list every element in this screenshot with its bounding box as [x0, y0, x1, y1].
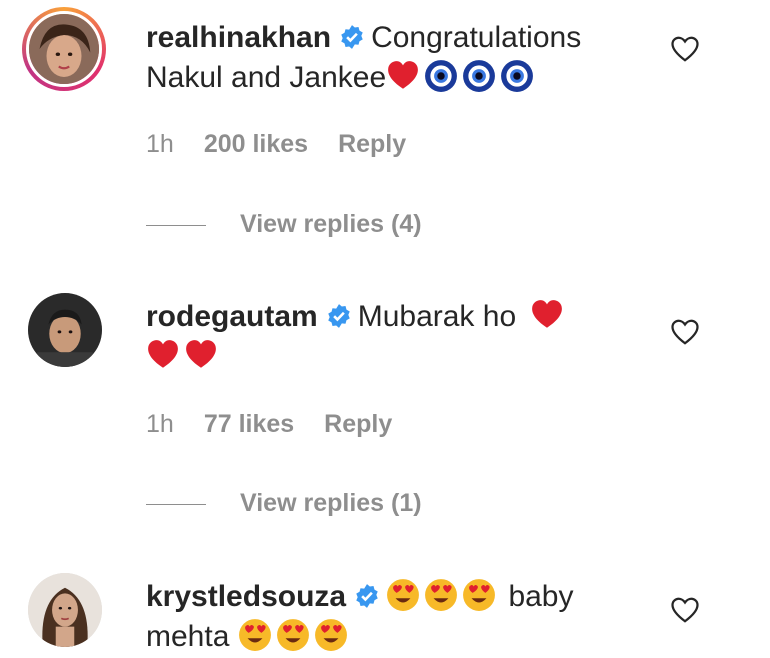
- comment-text: realhinakhan Congratulations Nakul and Ja…: [146, 18, 626, 98]
- comment-meta: 1h 200 likes Reply: [146, 130, 436, 159]
- verified-badge-icon: [354, 583, 380, 609]
- comment-text-line1: baby: [508, 580, 574, 613]
- avatar[interactable]: [28, 573, 102, 647]
- view-replies-button[interactable]: View replies (1): [146, 489, 422, 518]
- nazar-amulet-icon: [424, 59, 458, 93]
- view-replies-label: View replies (1): [240, 489, 422, 517]
- red-heart-icon: [386, 59, 420, 93]
- comment-meta: 1h 77 likes Reply: [146, 410, 422, 439]
- avatar-image: [28, 293, 102, 367]
- username[interactable]: krystledsouza: [146, 580, 346, 613]
- nazar-amulet-icon: [500, 59, 534, 93]
- avatar[interactable]: [28, 293, 102, 367]
- verified-badge-icon: [326, 303, 352, 329]
- heart-eyes-emoji-icon: [462, 578, 496, 612]
- replies-divider: [146, 503, 206, 505]
- verified-badge-icon: [339, 24, 365, 50]
- nazar-amulet-icon: [462, 59, 496, 93]
- reply-button[interactable]: Reply: [324, 410, 392, 438]
- view-replies-button[interactable]: View replies (4): [146, 210, 422, 239]
- comment-item: krystledsouza baby mehta: [0, 565, 770, 658]
- replies-divider: [146, 224, 206, 226]
- comment-time: 1h: [146, 410, 174, 438]
- likes-count[interactable]: 77 likes: [204, 410, 294, 438]
- comment-text-line1: Congratulations: [371, 21, 582, 54]
- like-heart-icon[interactable]: [670, 34, 700, 64]
- avatar[interactable]: [22, 7, 106, 91]
- heart-eyes-emoji-icon: [424, 578, 458, 612]
- comment-time: 1h: [146, 130, 174, 158]
- like-heart-icon[interactable]: [670, 317, 700, 347]
- comment-text-line2: mehta: [146, 620, 230, 653]
- like-heart-icon[interactable]: [670, 595, 700, 625]
- view-replies-label: View replies (4): [240, 210, 422, 238]
- comment-item: realhinakhan Congratulations Nakul and Ja…: [0, 0, 770, 260]
- red-heart-icon: [184, 338, 218, 372]
- comment-text-line2: Nakul and Jankee: [146, 61, 387, 94]
- comment-text-line1: Mubarak ho: [357, 300, 517, 333]
- comment-text: rodegautam Mubarak ho: [146, 297, 626, 377]
- comment-item: rodegautam Mubarak ho 1h 77 likes Reply Vie…: [0, 285, 770, 525]
- heart-eyes-emoji-icon: [238, 618, 272, 652]
- likes-count[interactable]: 200 likes: [204, 130, 308, 158]
- username[interactable]: rodegautam: [146, 300, 318, 333]
- comment-text: krystledsouza baby mehta: [146, 577, 626, 657]
- heart-eyes-emoji-icon: [276, 618, 310, 652]
- red-heart-icon: [530, 298, 564, 332]
- avatar-image: [29, 14, 99, 84]
- heart-eyes-emoji-icon: [386, 578, 420, 612]
- avatar-image: [28, 573, 102, 647]
- heart-eyes-emoji-icon: [314, 618, 348, 652]
- username[interactable]: realhinakhan: [146, 21, 331, 54]
- red-heart-icon: [146, 338, 180, 372]
- reply-button[interactable]: Reply: [338, 130, 406, 158]
